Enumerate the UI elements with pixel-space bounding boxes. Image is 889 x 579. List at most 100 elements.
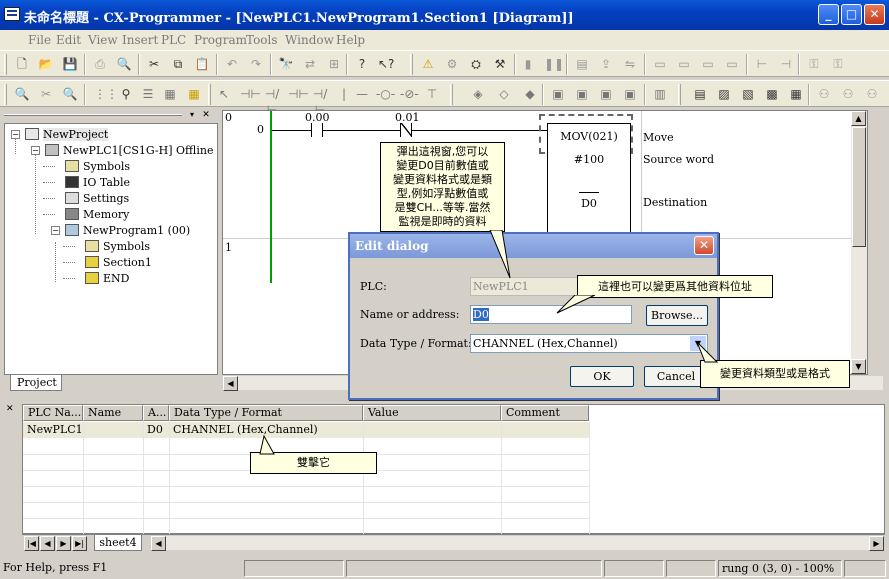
vertical-line-icon[interactable]: | (336, 86, 352, 102)
ok-button[interactable]: OK (570, 366, 634, 387)
project-window-icon[interactable]: ▤ (692, 86, 708, 102)
context-help-icon[interactable]: ↖? (378, 56, 394, 72)
contact-icon[interactable]: ⊣⊢ (240, 86, 261, 102)
pause-icon[interactable]: ❚❚ (544, 56, 564, 72)
tree-end[interactable]: END (85, 272, 129, 286)
menu-help[interactable]: Help (336, 33, 365, 47)
tools-icon[interactable]: ✂ (38, 86, 54, 102)
paste-icon[interactable]: 📋 (194, 56, 210, 72)
pane-close-icon[interactable]: ✕ (200, 110, 212, 121)
print-icon[interactable]: ⎙ (92, 56, 108, 72)
horizontal-line-icon[interactable]: — (354, 86, 370, 102)
grid-icon[interactable]: ⋮⋮ (94, 86, 118, 102)
online-edit-icon[interactable]: ◈ (470, 86, 486, 102)
zoom-icon[interactable]: 🔍 (14, 86, 30, 102)
maximize-button[interactable]: □ (841, 4, 862, 25)
ladder-icon[interactable]: ⚇ (816, 86, 832, 102)
menu-window[interactable]: Window (285, 33, 334, 47)
monitor-icon[interactable]: ⛭ (468, 56, 484, 72)
next-sheet-icon[interactable]: ▶ (56, 536, 71, 551)
instruction-icon[interactable]: ⊤ (424, 86, 440, 102)
watch-scroll-right-icon[interactable]: ▶ (869, 536, 884, 551)
tree-symbols[interactable]: Symbols (65, 160, 130, 174)
minimize-button[interactable]: _ (818, 4, 839, 25)
contact-1[interactable] (311, 123, 323, 137)
plc-setup-icon[interactable]: ▭ (676, 56, 692, 72)
compare-icon[interactable]: ⇋ (622, 56, 638, 72)
online-icon[interactable]: ⚙ (444, 56, 460, 72)
cross-reference-icon[interactable]: ⊞ (326, 56, 342, 72)
reset-icon[interactable]: ▣ (574, 86, 590, 102)
first-sheet-icon[interactable]: |◀ (24, 536, 39, 551)
scroll-down-icon[interactable]: ▼ (851, 359, 866, 374)
expand-root-icon[interactable]: − (11, 130, 20, 139)
force-on-icon[interactable]: ▣ (598, 86, 614, 102)
set-icon[interactable]: ▣ (550, 86, 566, 102)
protect-icon[interactable]: ⚿ (806, 56, 822, 72)
data-trace-icon[interactable]: ▭ (724, 56, 740, 72)
force-icon[interactable]: ⚒ (492, 56, 508, 72)
contact-nc-icon[interactable]: ⊣/⊢ (264, 86, 280, 117)
replace-icon[interactable]: ⇄ (302, 56, 318, 72)
address-reference-icon[interactable]: ▩ (764, 86, 780, 102)
table-row[interactable]: NewPLC1 D0 CHANNEL (Hex,Channel) (23, 405, 589, 439)
copy-icon[interactable]: ⧉ (170, 56, 186, 72)
io-table-icon[interactable]: ▭ (700, 56, 716, 72)
redo-icon[interactable]: ↷ (248, 56, 264, 72)
find-icon[interactable]: 🔭 (278, 56, 294, 72)
dialog-close-icon[interactable]: ✕ (694, 236, 714, 255)
undo-icon[interactable]: ↶ (224, 56, 240, 72)
menu-file[interactable]: File (28, 33, 51, 47)
online-edit-cancel-icon[interactable]: ◇ (496, 86, 512, 102)
print-preview-icon[interactable]: 🔍 (116, 56, 132, 72)
tree-program-symbols[interactable]: Symbols (85, 240, 150, 254)
rung-comment-icon[interactable]: ☰ (140, 86, 156, 102)
online-edit-transfer-icon[interactable]: ◆ (522, 86, 538, 102)
new-icon[interactable]: 🗋 (14, 56, 30, 72)
close-button[interactable]: ✕ (864, 4, 885, 25)
watch-scroll-left-icon[interactable]: ◀ (151, 536, 166, 551)
menu-insert[interactable]: Insert (122, 33, 158, 47)
menu-edit[interactable]: Edit (56, 33, 81, 47)
menu-plc[interactable]: PLC (161, 33, 186, 47)
scroll-up-icon[interactable]: ▲ (851, 111, 866, 126)
transfer-icon[interactable]: ⇪ (598, 56, 614, 72)
select-icon[interactable]: ↖ (216, 86, 232, 102)
warning-icon[interactable]: ⚠ (420, 56, 436, 72)
zoom-out-icon[interactable]: 🔍 (62, 86, 78, 102)
run-icon[interactable]: ▮ (520, 56, 536, 72)
force-off-icon[interactable]: ▣ (622, 86, 638, 102)
output-window-icon[interactable]: ▨ (716, 86, 732, 102)
menu-program[interactable]: Program (194, 33, 247, 47)
menu-tools[interactable]: Tools (246, 33, 278, 47)
save-icon[interactable]: 💾 (62, 56, 78, 72)
expand-plc-icon[interactable]: − (31, 146, 40, 155)
compile-icon[interactable]: ▤ (574, 56, 590, 72)
tree-settings[interactable]: Settings (65, 192, 129, 206)
prev-sheet-icon[interactable]: ◀ (40, 536, 55, 551)
st-icon[interactable]: ⚇ (864, 86, 880, 102)
pane-collapse-icon[interactable]: ▾ (186, 110, 198, 121)
watch-hscroll[interactable]: ◀ ▶ (150, 535, 885, 551)
time-chart-icon[interactable]: ⊢ (754, 56, 770, 72)
watch-close-icon[interactable]: ✕ (6, 404, 14, 414)
last-sheet-icon[interactable]: ▶| (72, 536, 87, 551)
tree-section1[interactable]: Section1 (85, 256, 152, 270)
browse-button[interactable]: Browse... (646, 305, 708, 326)
tree-program[interactable]: NewProgram1 (00) (65, 224, 190, 238)
contact-or-nc-icon[interactable]: ⊣/⊢ (312, 86, 328, 117)
menu-view[interactable]: View (88, 33, 118, 47)
watch-window-icon[interactable]: ▧ (740, 86, 756, 102)
release-icon[interactable]: ⚿ (830, 56, 846, 72)
tab-sheet4[interactable]: sheet4 (94, 535, 142, 551)
contact-or-icon[interactable]: ⊣⊢ (288, 86, 309, 102)
memory-card-icon[interactable]: ▭ (652, 56, 668, 72)
tree-project[interactable]: NewProject (25, 128, 109, 142)
cut-icon[interactable]: ✂ (146, 56, 162, 72)
expand-program-icon[interactable]: − (51, 226, 60, 235)
tree-plc[interactable]: NewPLC1[CS1G-H] Offline (45, 144, 213, 158)
split-icon[interactable]: ▥ (652, 86, 668, 102)
tab-project[interactable]: Project (10, 375, 62, 391)
name-address-input[interactable]: D0 (470, 305, 632, 324)
properties-icon[interactable]: ▦ (788, 86, 804, 102)
